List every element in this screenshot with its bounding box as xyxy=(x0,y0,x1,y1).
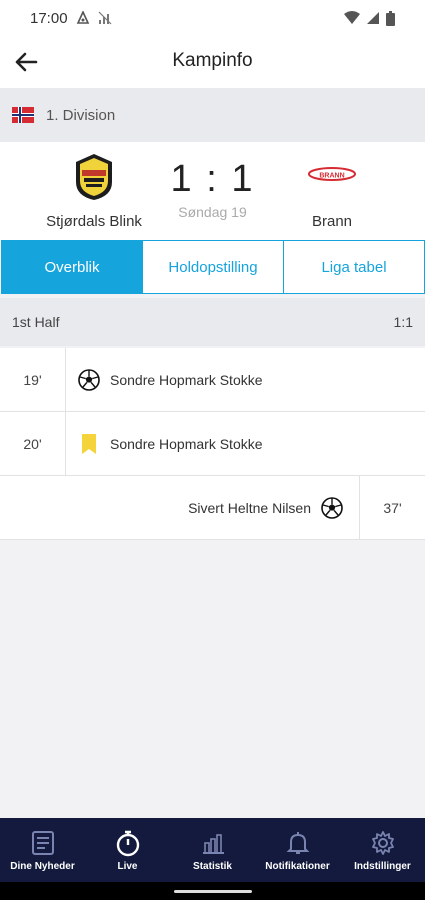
gear-icon xyxy=(371,830,394,855)
bottom-navigation: Dine Nyheder Live Statistik Notifikation… xyxy=(0,818,425,882)
nav-statistik[interactable]: Statistik xyxy=(170,818,255,882)
away-logo-text: BRANN xyxy=(319,173,344,180)
soccer-ball-icon xyxy=(78,368,100,391)
norway-flag-icon xyxy=(12,107,34,123)
tab-liga-tabel[interactable]: Liga tabel xyxy=(283,240,425,294)
event-list: 19' Sondre Hopmark Stokke 20' Sondre Hop… xyxy=(0,348,425,540)
home-team[interactable]: Stjørdals Blink xyxy=(24,152,164,230)
home-team-name: Stjørdals Blink xyxy=(46,213,142,230)
nav-label: Statistik xyxy=(193,860,232,872)
wifi-icon xyxy=(344,11,360,24)
page-title: Kampinfo xyxy=(172,50,253,71)
battery-icon xyxy=(386,10,395,26)
event-minute: 19' xyxy=(0,348,66,411)
nav-label: Dine Nyheder xyxy=(10,860,75,872)
league-header[interactable]: 1. Division xyxy=(0,88,425,142)
event-row[interactable]: 19' Sondre Hopmark Stokke xyxy=(0,348,425,412)
league-name: 1. Division xyxy=(46,106,116,124)
match-header: Stjørdals Blink 1 : 1 Søndag 19 BRANN Br… xyxy=(0,142,425,240)
half-label: 1st Half xyxy=(12,314,60,330)
bell-icon xyxy=(286,831,309,854)
nav-label: Live xyxy=(117,860,138,872)
app-bar: Kampinfo xyxy=(0,36,425,88)
cell-signal-icon xyxy=(367,12,379,24)
home-team-logo xyxy=(76,154,112,200)
tab-overblik[interactable]: Overblik xyxy=(1,240,143,294)
nav-live[interactable]: Live xyxy=(85,818,170,882)
gesture-bar xyxy=(0,882,425,900)
away-team-name: Brann xyxy=(311,213,353,230)
event-minute: 20' xyxy=(0,412,66,475)
match-tabs: Overblik Holdopstilling Liga tabel xyxy=(0,240,425,294)
status-time: 17:00 xyxy=(30,9,68,27)
nav-label: Indstillinger xyxy=(354,860,411,872)
away-team[interactable]: BRANN Brann xyxy=(262,152,402,230)
app-notification-icon xyxy=(76,11,89,24)
news-icon xyxy=(31,830,54,855)
bar-chart-icon xyxy=(202,833,224,854)
yellow-card-icon xyxy=(78,433,100,455)
nav-dine-nyheder[interactable]: Dine Nyheder xyxy=(0,818,85,882)
event-player: Sondre Hopmark Stokke xyxy=(110,371,263,388)
nav-indstillinger[interactable]: Indstillinger xyxy=(340,818,425,882)
event-row[interactable]: 20' Sondre Hopmark Stokke xyxy=(0,412,425,476)
event-minute: 37' xyxy=(359,476,425,539)
signal-off-icon xyxy=(98,11,111,25)
stopwatch-icon xyxy=(116,830,139,856)
event-player: Sondre Hopmark Stokke xyxy=(110,435,263,452)
half-score: 1:1 xyxy=(393,314,413,330)
match-date: Søndag 19 xyxy=(178,204,247,220)
half-header: 1st Half 1:1 xyxy=(0,298,425,346)
home-indicator[interactable] xyxy=(174,890,252,893)
event-player: Sivert Heltne Nilsen xyxy=(188,499,311,516)
tab-holdopstilling[interactable]: Holdopstilling xyxy=(142,240,284,294)
status-bar: 17:00 xyxy=(0,0,425,36)
away-team-logo: BRANN xyxy=(308,167,356,181)
soccer-ball-icon xyxy=(321,496,343,519)
nav-notifikationer[interactable]: Notifikationer xyxy=(255,818,340,882)
match-score: 1 : 1 xyxy=(170,158,255,200)
event-row[interactable]: Sivert Heltne Nilsen 37' xyxy=(0,476,425,540)
nav-label: Notifikationer xyxy=(265,860,330,872)
